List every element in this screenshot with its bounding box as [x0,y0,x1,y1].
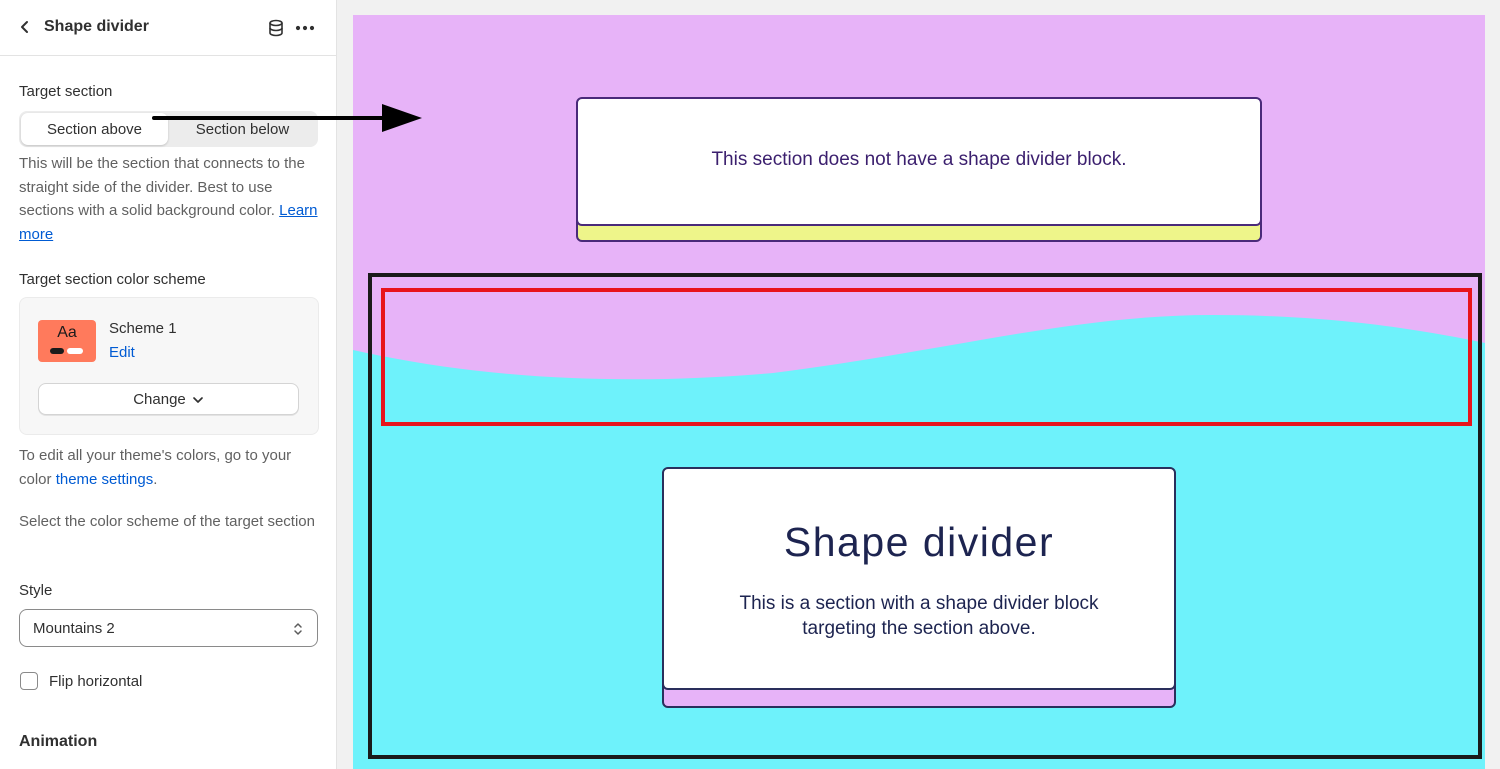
sidebar-title: Shape divider [44,18,149,35]
chevron-down-icon [192,391,204,408]
theme-settings-link[interactable]: theme settings [56,471,154,488]
style-label: Style [19,582,53,599]
style-select-value: Mountains 2 [33,620,115,637]
more-horizontal-icon[interactable] [293,17,317,39]
swatch-pill-dark [50,348,64,354]
sidebar-header: Shape divider [0,0,336,56]
scheme-name: Scheme 1 [109,320,177,337]
top-card-text: This section does not have a shape divid… [711,149,1127,170]
change-scheme-label: Change [133,390,186,408]
theme-colors-help-suffix: . [153,470,158,488]
top-card: This section does not have a shape divid… [576,97,1262,226]
bottom-card: Shape divider This is a section with a s… [662,467,1176,690]
change-scheme-button[interactable]: Change [38,383,299,415]
flip-horizontal-label: Flip horizontal [49,673,143,690]
chevron-left-icon[interactable] [14,16,36,38]
settings-sidebar: Shape divider Target section Section abo… [0,0,337,769]
flip-horizontal-checkbox[interactable] [20,672,38,690]
target-section-toggle: Section above Section below [19,111,318,147]
section-below-option[interactable]: Section below [169,113,316,145]
section-above-option[interactable]: Section above [21,113,168,145]
color-scheme-swatch: Aa [38,320,96,362]
select-arrows-icon [291,620,305,638]
swatch-text: Aa [57,324,77,341]
animation-heading: Animation [19,733,98,750]
swatch-pill-light [67,348,83,354]
style-select[interactable]: Mountains 2 [19,609,318,647]
scheme-description: Select the color scheme of the target se… [19,513,315,530]
color-scheme-card: Aa Scheme 1 Edit Change [19,297,319,435]
color-scheme-label: Target section color scheme [19,271,206,288]
bottom-card-body: This is a section with a shape divider b… [739,593,1099,639]
theme-colors-help: To edit all your theme's colors, go to y… [19,444,319,491]
scheme-edit-link[interactable]: Edit [109,344,135,361]
target-section-help-text: This will be the section that connects t… [19,155,305,219]
bottom-card-title: Shape divider [783,519,1055,565]
target-section-help: This will be the section that connects t… [19,152,319,246]
theme-preview: This section does not have a shape divid… [353,15,1485,769]
target-section-label: Target section [19,83,113,100]
database-icon[interactable] [265,17,287,39]
